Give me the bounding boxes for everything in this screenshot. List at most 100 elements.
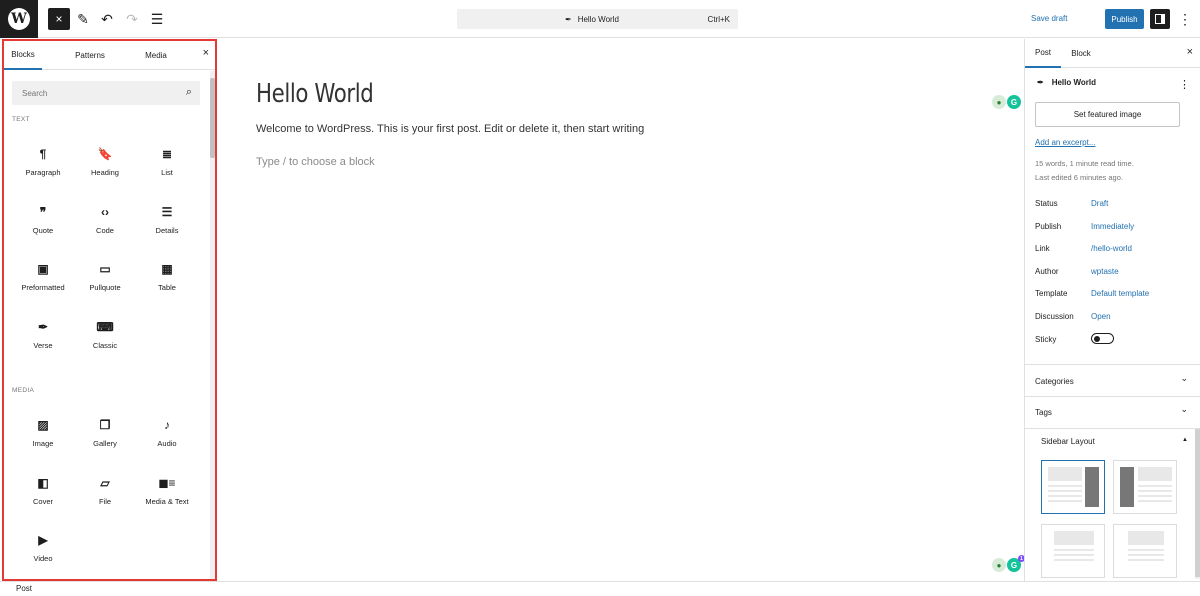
status-label: Status xyxy=(1035,199,1058,208)
block-item-video[interactable]: ▶ Video xyxy=(13,528,73,578)
tab-media[interactable]: Media xyxy=(132,41,180,70)
settings-sidebar: Post Block × ✒ Hello World ⋮ Set feature… xyxy=(1024,39,1200,581)
block-item-cover[interactable]: ◧ Cover xyxy=(13,471,73,521)
block-item-label: Paragraph xyxy=(25,168,61,177)
undo-button[interactable]: ↶ xyxy=(96,8,118,30)
block-item-list[interactable]: ≣ List xyxy=(137,142,197,192)
post-actions-menu-icon[interactable]: ⋮ xyxy=(1179,78,1190,91)
tab-patterns[interactable]: Patterns xyxy=(64,41,116,70)
block-item-label: Video xyxy=(33,554,53,563)
layout-preview-line xyxy=(1048,490,1082,492)
tab-block[interactable]: Block xyxy=(1063,39,1099,68)
block-item-label: Cover xyxy=(32,496,53,506)
layout-preview-line xyxy=(1128,549,1164,551)
block-item-label: Table xyxy=(158,283,176,292)
settings-sidebar-toggle-icon[interactable] xyxy=(1150,9,1170,29)
options-menu-icon[interactable]: ⋮ xyxy=(1178,10,1192,28)
status-value-button[interactable]: Draft xyxy=(1091,199,1108,208)
post-title[interactable]: Hello World xyxy=(256,79,374,109)
block-item-label: Gallery xyxy=(93,439,117,448)
sidebar-layout-title[interactable]: Sidebar Layout xyxy=(1041,437,1095,446)
sticky-toggle[interactable] xyxy=(1091,333,1114,344)
author-button[interactable]: wptaste xyxy=(1091,267,1119,276)
categories-panel-toggle[interactable]: Categories xyxy=(1035,377,1074,386)
block-item-label: Media & Text xyxy=(145,496,189,506)
block-item-media-text[interactable]: ◼≡ Media & Text xyxy=(137,471,197,521)
close-inserter-button[interactable]: × xyxy=(48,8,70,30)
tags-panel-toggle[interactable]: Tags xyxy=(1035,408,1052,417)
tab-blocks[interactable]: Blocks xyxy=(4,41,42,70)
category-label-text: TEXT xyxy=(12,116,30,123)
inserter-scrollbar[interactable] xyxy=(210,71,215,579)
tools-button[interactable]: ✎ xyxy=(72,8,94,30)
publish-date-button[interactable]: Immediately xyxy=(1091,222,1134,231)
cover-icon: ◧ xyxy=(37,475,49,490)
set-featured-image-button[interactable]: Set featured image xyxy=(1035,102,1180,127)
settings-tabs: Post Block × xyxy=(1025,39,1200,68)
category-label-media: MEDIA xyxy=(12,387,35,394)
add-excerpt-link[interactable]: Add an excerpt... xyxy=(1035,138,1095,147)
code-icon: ‹› xyxy=(101,204,109,219)
block-item-code[interactable]: ‹› Code xyxy=(75,200,135,250)
tab-post[interactable]: Post xyxy=(1025,39,1061,68)
permalink-button[interactable]: /hello-world xyxy=(1091,244,1132,253)
list-icon: ≣ xyxy=(161,147,173,161)
layout-option-narrow[interactable] xyxy=(1113,524,1177,578)
chevron-down-icon[interactable]: ⌄ xyxy=(1180,404,1188,415)
block-item-classic[interactable]: ⌨ Classic xyxy=(75,315,135,365)
block-item-file[interactable]: ▱ File xyxy=(75,471,135,521)
discussion-button[interactable]: Open xyxy=(1091,312,1111,321)
block-item-label: List xyxy=(161,168,173,177)
block-item-table[interactable]: ▦ Table xyxy=(137,257,197,307)
grammarly-icon: G 1 xyxy=(1007,555,1025,572)
layout-option-left-sidebar[interactable] xyxy=(1113,460,1177,514)
document-overview-button[interactable]: ☰ xyxy=(146,8,168,30)
layout-option-right-sidebar[interactable] xyxy=(1041,460,1105,514)
block-item-image[interactable]: ▨ Image xyxy=(13,413,73,463)
block-item-label: Code xyxy=(96,225,114,235)
close-icon[interactable]: × xyxy=(1187,46,1193,58)
template-button[interactable]: Default template xyxy=(1091,289,1149,298)
block-item-audio[interactable]: ♪ Audio xyxy=(137,413,197,463)
block-item-details[interactable]: ☰ Details xyxy=(137,200,197,250)
block-item-label: Verse xyxy=(33,340,53,350)
grammarly-widget-bottom[interactable]: ● G 1 xyxy=(992,555,1025,574)
block-search-input[interactable] xyxy=(12,81,172,105)
paragraph-block[interactable]: Welcome to WordPress. This is your first… xyxy=(256,123,644,135)
block-item-verse[interactable]: ✒ Verse xyxy=(13,315,73,365)
block-item-gallery[interactable]: ❐ Gallery xyxy=(75,413,135,463)
gallery-icon: ❐ xyxy=(99,418,111,432)
scrollbar-thumb[interactable] xyxy=(210,78,215,158)
block-item-label: Classic xyxy=(92,340,118,350)
save-draft-button[interactable]: Save draft xyxy=(1031,14,1067,23)
command-palette-bar[interactable]: ✒ Hello World Ctrl+K xyxy=(457,9,738,29)
block-item-paragraph[interactable]: ¶ Paragraph xyxy=(13,142,73,192)
grammarly-icon: G xyxy=(1007,95,1021,109)
close-icon[interactable]: × xyxy=(203,47,209,59)
redo-button[interactable]: ↷ xyxy=(121,8,143,30)
publish-button[interactable]: Publish xyxy=(1105,9,1144,29)
grammarly-widget[interactable]: ● G xyxy=(992,95,1022,111)
redo-icon: ↷ xyxy=(126,10,138,27)
breadcrumb[interactable]: Post xyxy=(16,584,32,593)
block-appender-placeholder[interactable]: Type / to choose a block xyxy=(256,156,375,168)
layout-preview-block xyxy=(1054,531,1094,545)
editor-footer: Post xyxy=(0,581,1200,596)
chevron-up-icon[interactable]: ▲ xyxy=(1182,437,1188,443)
block-item-preformatted[interactable]: ▣ Preformatted xyxy=(13,257,73,307)
divider xyxy=(1025,428,1200,429)
chevron-down-icon[interactable]: ⌄ xyxy=(1180,373,1188,384)
wordpress-logo-button[interactable]: W xyxy=(0,0,38,38)
settings-scrollbar[interactable] xyxy=(1195,429,1200,579)
block-item-heading[interactable]: 🔖 Heading xyxy=(75,142,135,192)
block-item-quote[interactable]: ❞ Quote xyxy=(13,200,73,250)
layout-preview-sidebar xyxy=(1085,467,1099,507)
block-item-pullquote[interactable]: ▭ Pullquote xyxy=(75,257,135,307)
sticky-label: Sticky xyxy=(1035,335,1057,344)
shortcut-hint: Ctrl+K xyxy=(707,14,730,24)
layout-option-no-sidebar[interactable] xyxy=(1041,524,1105,578)
undo-icon: ↶ xyxy=(101,10,113,27)
pencil-icon: ✎ xyxy=(77,10,89,27)
layout-preview-sidebar xyxy=(1120,467,1134,507)
editor-canvas: Hello World Welcome to WordPress. This i… xyxy=(219,39,1025,581)
